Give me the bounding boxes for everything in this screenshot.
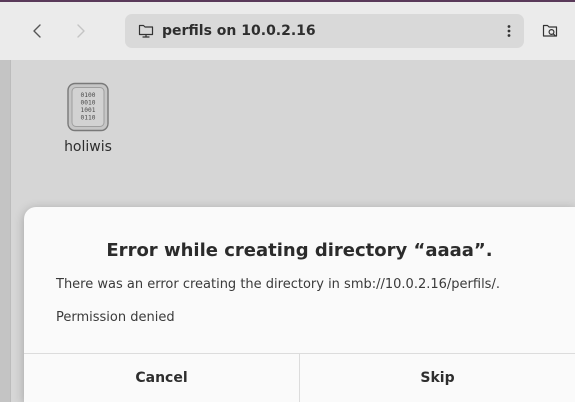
error-dialog: Error while creating directory “aaaa”. T… (24, 207, 575, 402)
back-button[interactable] (20, 14, 54, 48)
location-bar[interactable]: perfils on 10.0.2.16 (125, 14, 524, 48)
dialog-button-row: Cancel Skip (24, 353, 575, 402)
dialog-title: Error while creating directory “aaaa”. (106, 240, 493, 261)
cancel-button[interactable]: Cancel (24, 354, 300, 402)
search-button[interactable] (536, 14, 566, 48)
network-folder-icon (138, 24, 154, 38)
dialog-detail: Permission denied (56, 310, 175, 325)
dialog-message: There was an error creating the director… (56, 277, 500, 292)
vertical-dots-menu-icon[interactable] (507, 24, 511, 38)
search-folder-icon (542, 24, 558, 37)
header-bar: perfils on 10.0.2.16 (0, 2, 575, 60)
forward-button[interactable] (64, 14, 98, 48)
location-label: perfils on 10.0.2.16 (162, 23, 316, 39)
chevron-right-icon (77, 24, 85, 38)
skip-button[interactable]: Skip (300, 354, 575, 402)
chevron-left-icon (33, 24, 41, 38)
